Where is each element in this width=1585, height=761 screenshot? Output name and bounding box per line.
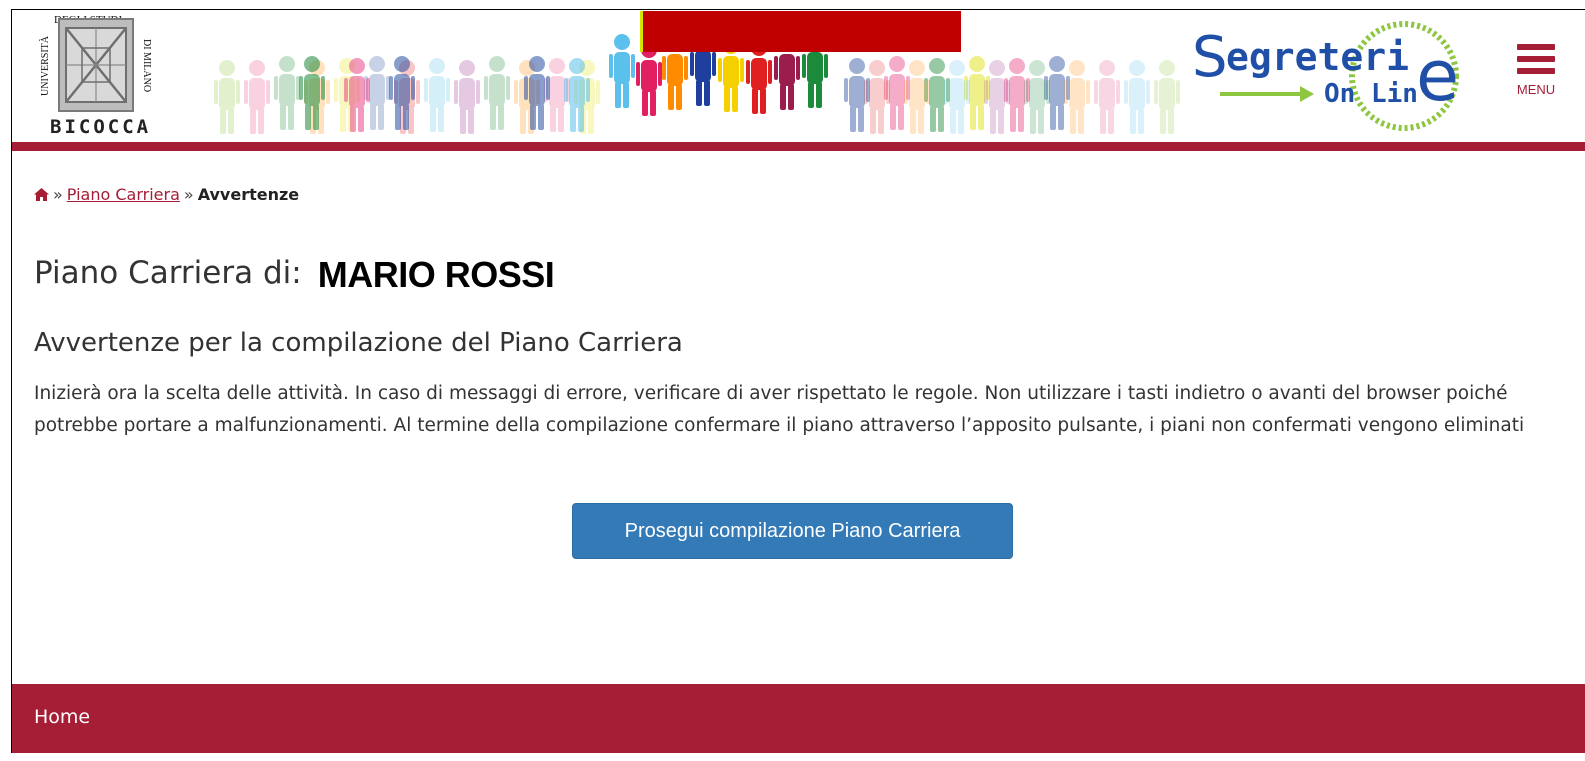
footer-home-link[interactable]: Home [34, 706, 90, 728]
segreterie-online-logo[interactable]: S egreteri e On Lin [1184, 14, 1464, 140]
site-header: DEGLI STUDI UNIVERSITÀ DI MILANO BICOCCA [12, 10, 1585, 151]
breadcrumb-link-piano-carriera[interactable]: Piano Carriera [67, 185, 180, 204]
svg-text:e: e [1416, 35, 1459, 117]
continue-button[interactable]: Prosegui compilazione Piano Carriera [572, 503, 1013, 559]
breadcrumb-separator: » [53, 185, 63, 204]
university-logo-left-text: UNIVERSITÀ [40, 36, 51, 96]
university-logo[interactable]: DEGLI STUDI UNIVERSITÀ DI MILANO BICOCCA [28, 12, 168, 140]
redaction-box [640, 11, 961, 52]
svg-text:egreteri: egreteri [1226, 35, 1409, 79]
university-crest-icon [58, 18, 134, 112]
breadcrumb: » Piano Carriera» Avvertenze [34, 185, 299, 205]
student-name: MARIO ROSSI [317, 254, 555, 295]
hamburger-icon [1506, 44, 1566, 74]
breadcrumb-separator: » [183, 185, 194, 204]
footer: Home [12, 684, 1585, 753]
breadcrumb-current: Avvertenze [197, 185, 300, 204]
university-name: BICOCCA [50, 116, 152, 138]
instructions-text: Inizierà ora la scelta delle attività. I… [34, 383, 1525, 436]
page-title: Piano Carriera di: MARIO ROSSI [34, 254, 555, 296]
browser-page: DEGLI STUDI UNIVERSITÀ DI MILANO BICOCCA [11, 9, 1585, 753]
university-logo-right-text: DI MILANO [141, 39, 152, 93]
svg-text:S: S [1192, 25, 1228, 90]
page-title-prefix: Piano Carriera di: [34, 255, 302, 291]
menu-button[interactable]: MENU [1506, 44, 1566, 120]
header-divider [12, 142, 1585, 151]
section-heading: Avvertenze per la compilazione del Piano… [34, 328, 683, 358]
home-icon[interactable] [34, 186, 49, 205]
menu-label: MENU [1516, 82, 1556, 97]
svg-text:On Lin: On Lin [1324, 79, 1418, 109]
